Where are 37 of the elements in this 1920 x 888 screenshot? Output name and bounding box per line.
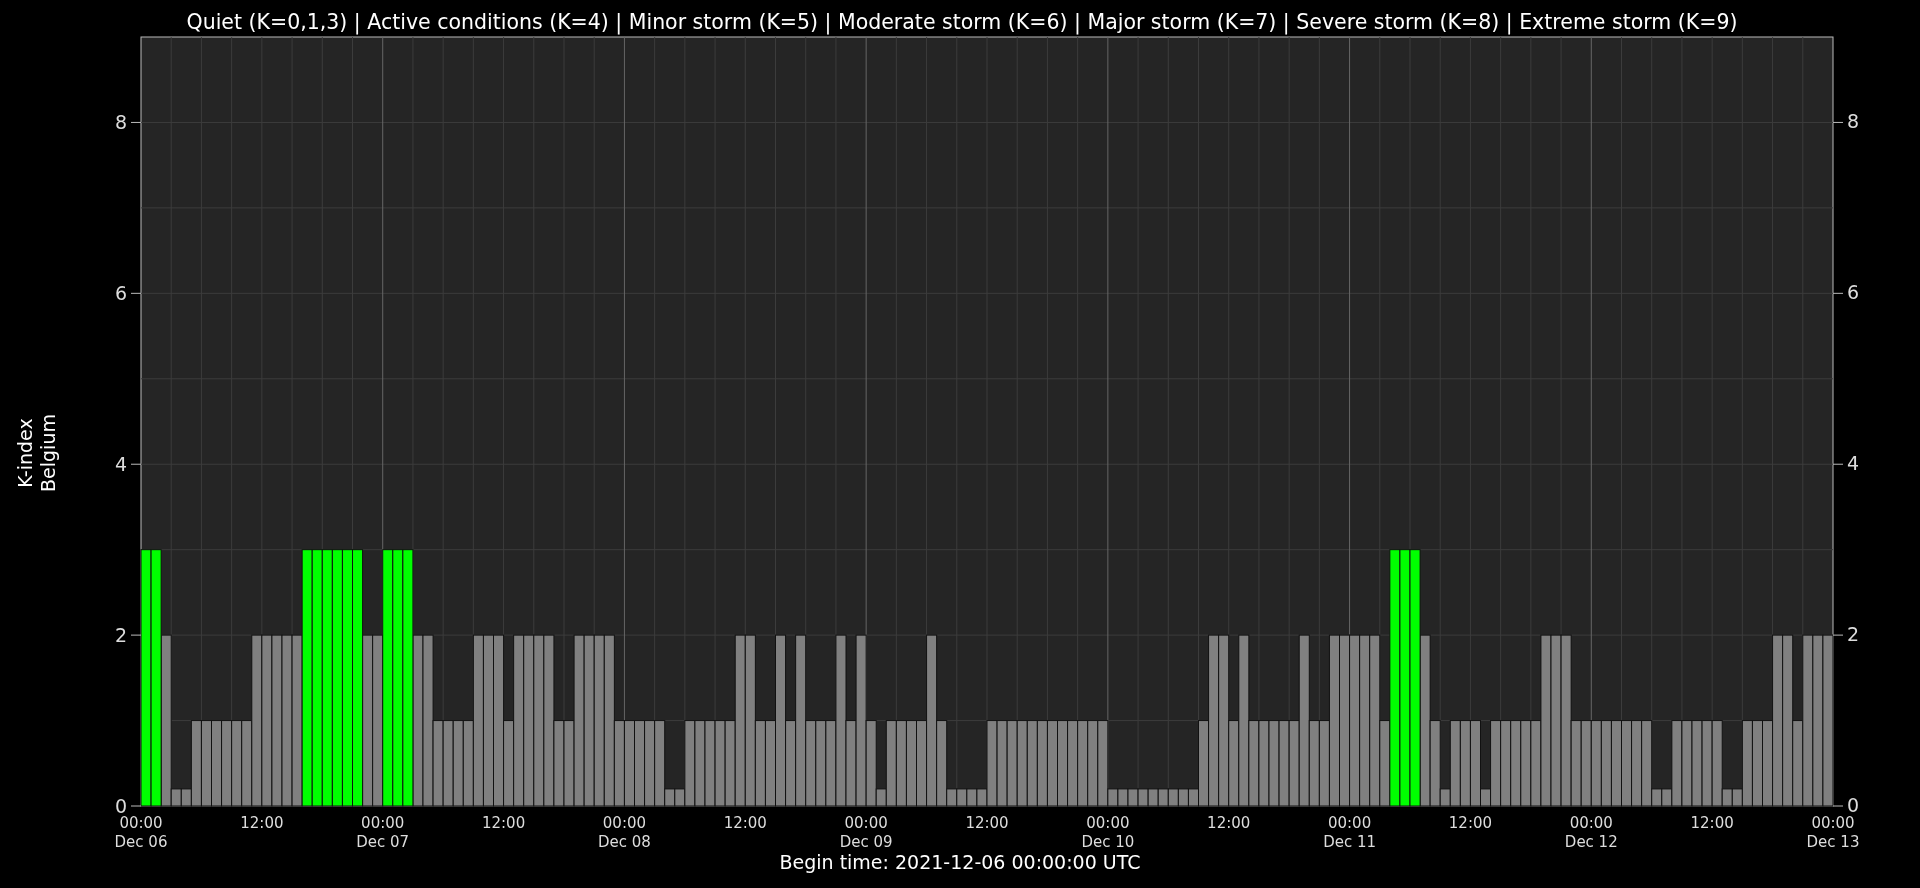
x-tick-label: 00:00 Dec 09 [839,814,893,851]
k-index-bar [1157,788,1169,807]
k-index-bar [1167,788,1179,807]
x-tick-label: 12:00 [481,814,526,832]
y-tick-label: 4 [114,453,127,476]
x-tick-label: 00:00 Dec 11 [1323,814,1376,851]
x-tick-label: 00:00 Dec 08 [598,814,651,851]
y-tick-label: 2 [114,624,127,647]
x-tick-label: 12:00 [1207,814,1251,832]
x-tick-label: 00:00 Dec 10 [1081,814,1135,851]
y-tick-label: 4 [1847,452,1860,475]
y-axis-title: K-index Belgium [14,414,59,492]
y-tick-label: 0 [1847,794,1860,816]
x-tick-label: 00:00 Dec 06 [114,814,168,851]
y-tick-label: 8 [1847,110,1860,133]
k-index-bar [1137,788,1149,807]
y-tick-label: 6 [1847,281,1860,304]
y-tick-label: 0 [114,795,127,817]
x-axis-title: Begin time: 2021-12-06 00:00:00 UTC [779,851,1141,873]
k-index-bar [956,788,968,807]
chart-title: Quiet (K=0,1,3) | Active conditions (K=4) | Minor storm (K=5) | Moderate storm (K=6) | Major storm (K=7) | Severe storm (K=8) | Extreme storm (K=9) [186,10,1738,34]
x-tick-label: 12:00 [1690,814,1734,832]
x-tick-label: 12:00 [1448,814,1493,832]
x-tick-label: 00:00 Dec 12 [1564,814,1618,851]
x-tick-label: 12:00 [965,814,1009,832]
y-tick-label: 6 [114,282,127,305]
y-tick-label: 2 [1847,623,1860,646]
y-tick-label: 8 [114,111,127,134]
x-tick-label: 00:00 Dec 07 [356,814,410,851]
x-tick-label: 00:00 Dec 13 [1806,814,1860,851]
k-index-bar [1117,788,1129,807]
k-index-bar [1147,788,1159,807]
x-tick-label: 12:00 [240,814,284,832]
x-tick-label: 12:00 [723,814,767,832]
k-index-bar [966,788,978,807]
k-index-bar [1177,788,1189,807]
k-index-bar [1127,788,1139,807]
